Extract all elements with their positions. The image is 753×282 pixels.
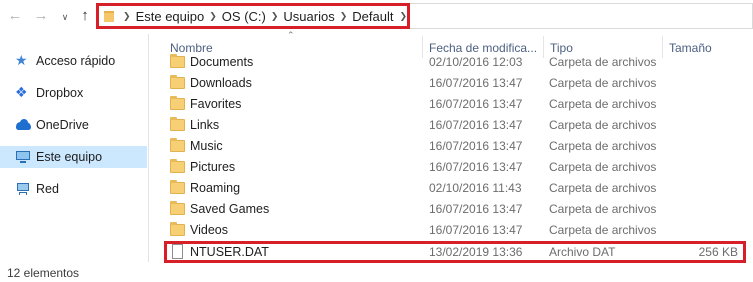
folder-icon bbox=[170, 138, 185, 152]
item-date: 16/07/2016 13:47 bbox=[429, 139, 523, 153]
item-name: Saved Games bbox=[190, 202, 270, 216]
item-type: Carpeta de archivos bbox=[549, 55, 657, 69]
nav-item-red[interactable]: Red bbox=[0, 178, 147, 200]
address-toolbar: ← → ∨ ↑ ❯ Este equipo ❯ OS (C:) ❯ Usuari… bbox=[0, 0, 753, 34]
list-item[interactable]: Documents 02/10/2016 12:03 Carpeta de ar… bbox=[165, 52, 753, 73]
quick-access-star-icon bbox=[15, 52, 30, 69]
breadcrumb-separator-icon[interactable]: ❯ bbox=[209, 11, 217, 22]
navigation-pane: Acceso rápido Dropbox OneDrive Este equi… bbox=[0, 34, 149, 262]
onedrive-cloud-icon bbox=[16, 118, 31, 132]
item-size bbox=[660, 73, 738, 94]
item-name: Pictures bbox=[190, 160, 236, 174]
item-date: 16/07/2016 13:47 bbox=[429, 160, 523, 174]
nav-item-label: Este equipo bbox=[36, 150, 103, 164]
item-name: Roaming bbox=[190, 181, 241, 195]
list-item[interactable]: Downloads 16/07/2016 13:47 Carpeta de ar… bbox=[165, 73, 753, 94]
item-name: Links bbox=[190, 118, 220, 132]
item-size bbox=[660, 115, 738, 136]
folder-icon bbox=[170, 180, 185, 194]
list-item[interactable]: Saved Games 16/07/2016 13:47 Carpeta de … bbox=[165, 199, 753, 220]
recent-locations-chevron-icon[interactable]: ∨ bbox=[56, 7, 74, 27]
item-size bbox=[660, 178, 738, 199]
address-bar[interactable]: ❯ Este equipo ❯ OS (C:) ❯ Usuarios ❯ Def… bbox=[96, 3, 410, 29]
folder-icon bbox=[170, 96, 185, 110]
item-date: 16/07/2016 13:47 bbox=[429, 223, 523, 237]
breadcrumb-este-equipo[interactable]: Este equipo bbox=[136, 9, 205, 24]
list-item[interactable]: Favorites 16/07/2016 13:47 Carpeta de ar… bbox=[165, 94, 753, 115]
breadcrumb-separator-icon[interactable]: ❯ bbox=[123, 11, 131, 22]
folder-icon bbox=[104, 10, 115, 22]
list-item[interactable]: Roaming 02/10/2016 11:43 Carpeta de arch… bbox=[165, 178, 753, 199]
folder-icon bbox=[170, 159, 185, 173]
nav-item-label: Dropbox bbox=[36, 86, 84, 100]
item-type: Carpeta de archivos bbox=[549, 139, 657, 153]
dropbox-icon bbox=[15, 84, 30, 101]
forward-arrow-icon[interactable]: → bbox=[32, 6, 50, 26]
item-size bbox=[660, 220, 738, 241]
nav-item-label: Red bbox=[36, 182, 59, 196]
item-date: 02/10/2016 12:03 bbox=[429, 55, 523, 69]
item-name: Downloads bbox=[190, 76, 252, 90]
network-icon bbox=[16, 182, 30, 196]
list-item[interactable]: Links 16/07/2016 13:47 Carpeta de archiv… bbox=[165, 115, 753, 136]
back-arrow-icon[interactable]: ← bbox=[6, 6, 24, 26]
nav-item-dropbox[interactable]: Dropbox bbox=[0, 82, 147, 104]
breadcrumb-os-c[interactable]: OS (C:) bbox=[222, 9, 266, 24]
item-date: 16/07/2016 13:47 bbox=[429, 118, 523, 132]
list-item[interactable]: Music 16/07/2016 13:47 Carpeta de archiv… bbox=[165, 136, 753, 157]
item-type: Carpeta de archivos bbox=[549, 223, 657, 237]
folder-icon bbox=[170, 54, 185, 68]
item-type: Carpeta de archivos bbox=[549, 181, 657, 195]
nav-item-onedrive[interactable]: OneDrive bbox=[0, 114, 147, 136]
breadcrumb-separator-icon[interactable]: ❯ bbox=[340, 11, 348, 22]
breadcrumb-usuarios[interactable]: Usuarios bbox=[283, 9, 334, 24]
item-size bbox=[660, 94, 738, 115]
ntuser-highlight-box bbox=[164, 241, 746, 263]
nav-item-label: Acceso rápido bbox=[36, 54, 116, 68]
breadcrumb-default[interactable]: Default bbox=[352, 9, 393, 24]
item-date: 16/07/2016 13:47 bbox=[429, 97, 523, 111]
item-type: Carpeta de archivos bbox=[549, 160, 657, 174]
folder-icon bbox=[170, 201, 185, 215]
list-item[interactable]: Videos 16/07/2016 13:47 Carpeta de archi… bbox=[165, 220, 753, 241]
item-type: Carpeta de archivos bbox=[549, 202, 657, 216]
item-type: Carpeta de archivos bbox=[549, 76, 657, 90]
item-name: Music bbox=[190, 139, 223, 153]
item-size bbox=[660, 52, 738, 73]
folder-icon bbox=[170, 75, 185, 89]
item-date: 02/10/2016 11:43 bbox=[429, 181, 522, 195]
folder-icon bbox=[170, 222, 185, 236]
nav-item-este-equipo[interactable]: Este equipo bbox=[0, 146, 147, 168]
item-date: 16/07/2016 13:47 bbox=[429, 202, 523, 216]
item-name: Favorites bbox=[190, 97, 242, 111]
this-pc-icon bbox=[16, 150, 30, 164]
item-size bbox=[660, 157, 738, 178]
item-type: Carpeta de archivos bbox=[549, 118, 657, 132]
item-size bbox=[660, 199, 738, 220]
list-item[interactable]: Pictures 16/07/2016 13:47 Carpeta de arc… bbox=[165, 157, 753, 178]
status-item-count: 12 elementos bbox=[7, 266, 80, 280]
item-name: Videos bbox=[190, 223, 228, 237]
file-list: ⌃ Nombre Fecha de modifica... Tipo Tamañ… bbox=[149, 30, 753, 262]
folder-icon bbox=[170, 117, 185, 131]
sort-ascending-caret-icon: ⌃ bbox=[287, 30, 295, 40]
breadcrumb-separator-icon[interactable]: ❯ bbox=[271, 11, 279, 22]
item-type: Carpeta de archivos bbox=[549, 97, 657, 111]
nav-item-label: OneDrive bbox=[36, 118, 89, 132]
item-name: Documents bbox=[190, 55, 254, 69]
item-date: 16/07/2016 13:47 bbox=[429, 76, 523, 90]
item-size bbox=[660, 136, 738, 157]
nav-item-acceso-rapido[interactable]: Acceso rápido bbox=[0, 50, 147, 72]
address-bar-empty-area[interactable] bbox=[410, 3, 753, 29]
chevron-right-icon[interactable]: ❯ bbox=[399, 11, 407, 22]
up-arrow-icon[interactable]: ↑ bbox=[76, 6, 94, 26]
